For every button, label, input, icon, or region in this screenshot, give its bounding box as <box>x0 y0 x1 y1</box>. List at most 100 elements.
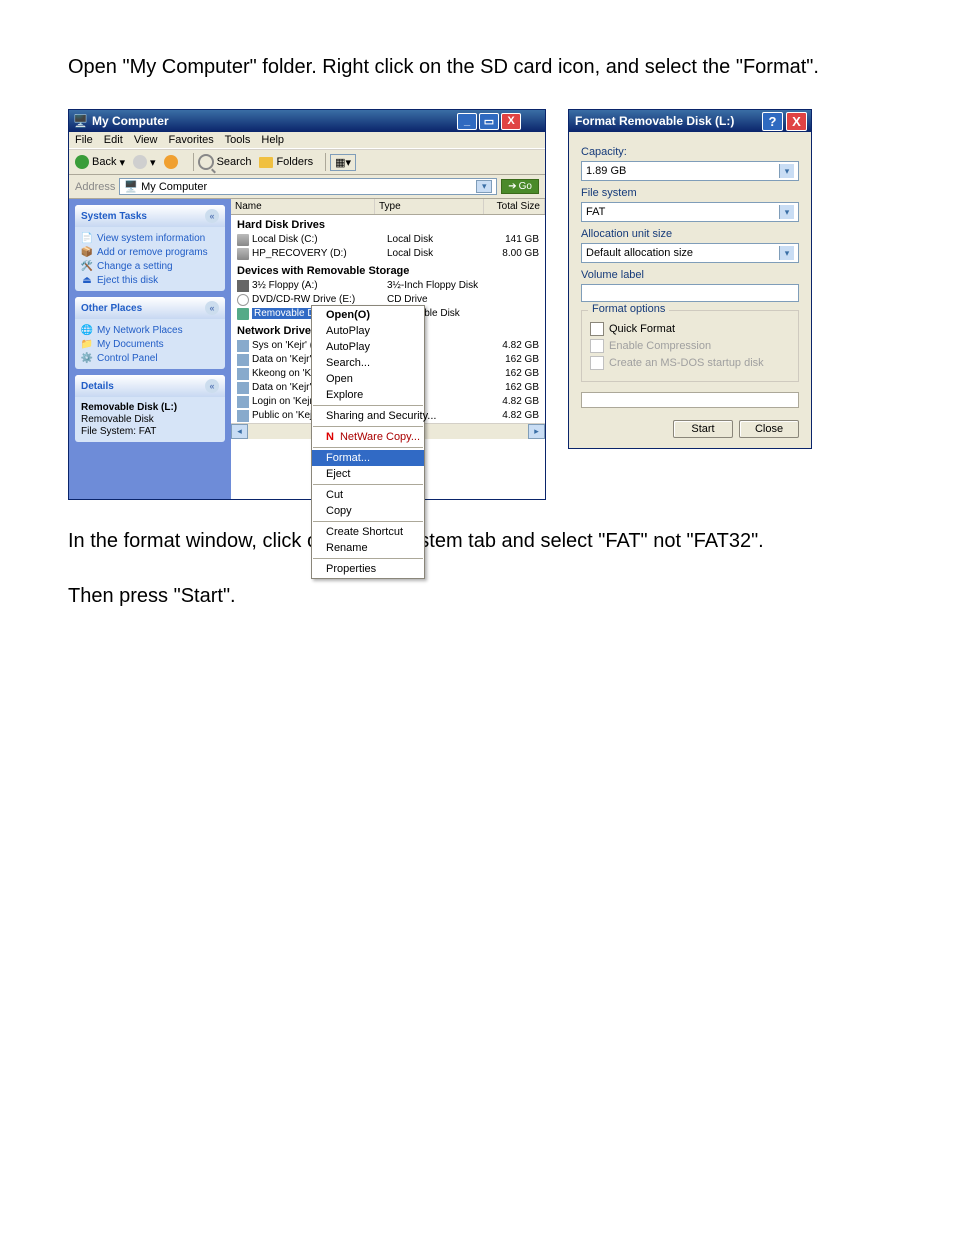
menu-view[interactable]: View <box>134 134 158 146</box>
menu-bar[interactable]: File Edit View Favorites Tools Help <box>69 132 545 149</box>
col-type[interactable]: Type <box>375 199 484 214</box>
scroll-right[interactable]: ▸ <box>528 424 545 439</box>
minimize-button[interactable]: _ <box>457 113 477 130</box>
column-headers[interactable]: Name Type Total Size <box>231 199 545 215</box>
drive-size: 162 GB <box>487 381 539 395</box>
folders-button[interactable]: Folders <box>259 156 313 168</box>
folders-icon <box>259 157 273 168</box>
system-tasks-header[interactable]: System Tasks« <box>75 205 225 227</box>
drive-row[interactable]: HP_RECOVERY (D:)Local Disk8.00 GB <box>231 247 545 261</box>
context-menu-item[interactable]: AutoPlay <box>312 339 424 355</box>
instruction-3: Then press "Start". <box>68 583 886 610</box>
other-places-header[interactable]: Other Places« <box>75 297 225 319</box>
go-button[interactable]: Go <box>501 179 539 194</box>
window-icon: 🖥️ <box>73 114 88 128</box>
menu-tools[interactable]: Tools <box>225 134 251 146</box>
menu-help[interactable]: Help <box>261 134 284 146</box>
drive-row[interactable]: 3½ Floppy (A:)3½-Inch Floppy Disk <box>231 279 545 293</box>
task-pane: System Tasks« 📄View system information 📦… <box>69 199 231 499</box>
context-menu-item[interactable]: AutoPlay <box>312 323 424 339</box>
context-menu-item[interactable]: Format... <box>312 450 424 466</box>
menu-separator <box>313 447 423 448</box>
scroll-left[interactable]: ◂ <box>231 424 248 439</box>
context-menu-item[interactable]: Cut <box>312 487 424 503</box>
up-button[interactable] <box>164 155 181 169</box>
context-menu-item[interactable]: Rename <box>312 540 424 556</box>
format-titlebar[interactable]: Format Removable Disk (L:) ? X <box>569 110 811 132</box>
close-button[interactable]: Close <box>739 420 799 438</box>
address-field[interactable]: 🖥️ My Computer ▾ <box>119 178 497 195</box>
task-change-setting[interactable]: 🛠️Change a setting <box>81 259 219 273</box>
context-menu-item[interactable]: Sharing and Security... <box>312 408 424 424</box>
drive-icon <box>237 382 249 394</box>
close-button[interactable]: X <box>501 113 521 130</box>
context-menu-item[interactable]: Create Shortcut <box>312 524 424 540</box>
help-button[interactable]: ? <box>762 112 783 131</box>
menu-edit[interactable]: Edit <box>104 134 123 146</box>
views-icon: ▦ <box>335 156 345 169</box>
drive-row[interactable]: Local Disk (C:)Local Disk141 GB <box>231 233 545 247</box>
forward-icon <box>133 155 147 169</box>
dialog-close-button[interactable]: X <box>786 112 807 131</box>
volume-label-label: Volume label <box>581 269 799 281</box>
drive-name: Local Disk (C:) <box>252 233 318 247</box>
task-add-remove[interactable]: 📦Add or remove programs <box>81 245 219 259</box>
drive-type: Local Disk <box>387 233 487 247</box>
programs-icon: 📦 <box>81 246 93 258</box>
up-icon <box>164 155 178 169</box>
capacity-dropdown[interactable]: 1.89 GB▾ <box>581 161 799 181</box>
maximize-button[interactable]: ▭ <box>479 113 499 130</box>
link-network-places[interactable]: 🌐My Network Places <box>81 323 219 337</box>
group-removable: Devices with Removable Storage <box>231 261 545 279</box>
explorer-titlebar[interactable]: 🖥️ My Computer _ ▭ X <box>69 110 545 132</box>
menu-separator <box>313 405 423 406</box>
start-button[interactable]: Start <box>673 420 733 438</box>
details-header[interactable]: Details« <box>75 375 225 397</box>
file-list[interactable]: Name Type Total Size Hard Disk Drives Lo… <box>231 199 545 499</box>
drive-icon <box>237 294 249 306</box>
context-menu[interactable]: Open(O)AutoPlayAutoPlaySearch...OpenExpl… <box>311 305 425 579</box>
address-dropdown[interactable]: ▾ <box>476 180 492 193</box>
volume-label-input[interactable] <box>581 284 799 302</box>
context-menu-item[interactable]: Open(O) <box>312 307 424 323</box>
progress-bar <box>581 392 799 408</box>
details-line-3: File System: FAT <box>81 426 219 437</box>
col-name[interactable]: Name <box>231 199 375 214</box>
instruction-2: In the format window, click on the file … <box>68 528 886 555</box>
address-icon: 🖥️ <box>124 180 141 193</box>
task-view-system-info[interactable]: 📄View system information <box>81 231 219 245</box>
format-dialog: Format Removable Disk (L:) ? X Capacity:… <box>568 109 812 449</box>
xp-flag-icon <box>521 110 541 132</box>
task-eject[interactable]: ⏏Eject this disk <box>81 273 219 287</box>
address-text: My Computer <box>141 181 207 193</box>
filesystem-dropdown[interactable]: FAT▾ <box>581 202 799 222</box>
context-menu-item[interactable]: Copy <box>312 503 424 519</box>
control-panel-icon: ⚙️ <box>81 352 93 364</box>
context-menu-item[interactable]: Explore <box>312 387 424 403</box>
back-button[interactable]: Back ▾ <box>75 155 125 169</box>
msdos-checkbox: Create an MS-DOS startup disk <box>590 356 790 370</box>
format-options-group: Format options Quick Format Enable Compr… <box>581 310 799 382</box>
context-menu-item[interactable]: NetWare Copy... <box>312 429 424 445</box>
details-box: Details« Removable Disk (L:) Removable D… <box>75 375 225 442</box>
search-button[interactable]: Search <box>198 154 252 170</box>
views-button[interactable]: ▦▾ <box>330 154 356 171</box>
menu-file[interactable]: File <box>75 134 93 146</box>
forward-button[interactable]: ▾ <box>133 155 156 169</box>
quick-format-checkbox[interactable]: Quick Format <box>590 322 790 336</box>
menu-separator <box>313 521 423 522</box>
link-control-panel[interactable]: ⚙️Control Panel <box>81 351 219 365</box>
alloc-dropdown[interactable]: Default allocation size▾ <box>581 243 799 263</box>
context-menu-item[interactable]: Eject <box>312 466 424 482</box>
drive-size: 4.82 GB <box>487 339 539 353</box>
context-menu-item[interactable]: Open <box>312 371 424 387</box>
menu-separator <box>313 426 423 427</box>
chevron-down-icon: ▾ <box>779 164 794 178</box>
link-my-documents[interactable]: 📁My Documents <box>81 337 219 351</box>
context-menu-item[interactable]: Properties <box>312 561 424 577</box>
col-size[interactable]: Total Size <box>484 199 545 214</box>
address-bar: Address 🖥️ My Computer ▾ Go <box>69 175 545 199</box>
context-menu-item[interactable]: Search... <box>312 355 424 371</box>
menu-favorites[interactable]: Favorites <box>169 134 214 146</box>
drive-size: 8.00 GB <box>487 247 539 261</box>
